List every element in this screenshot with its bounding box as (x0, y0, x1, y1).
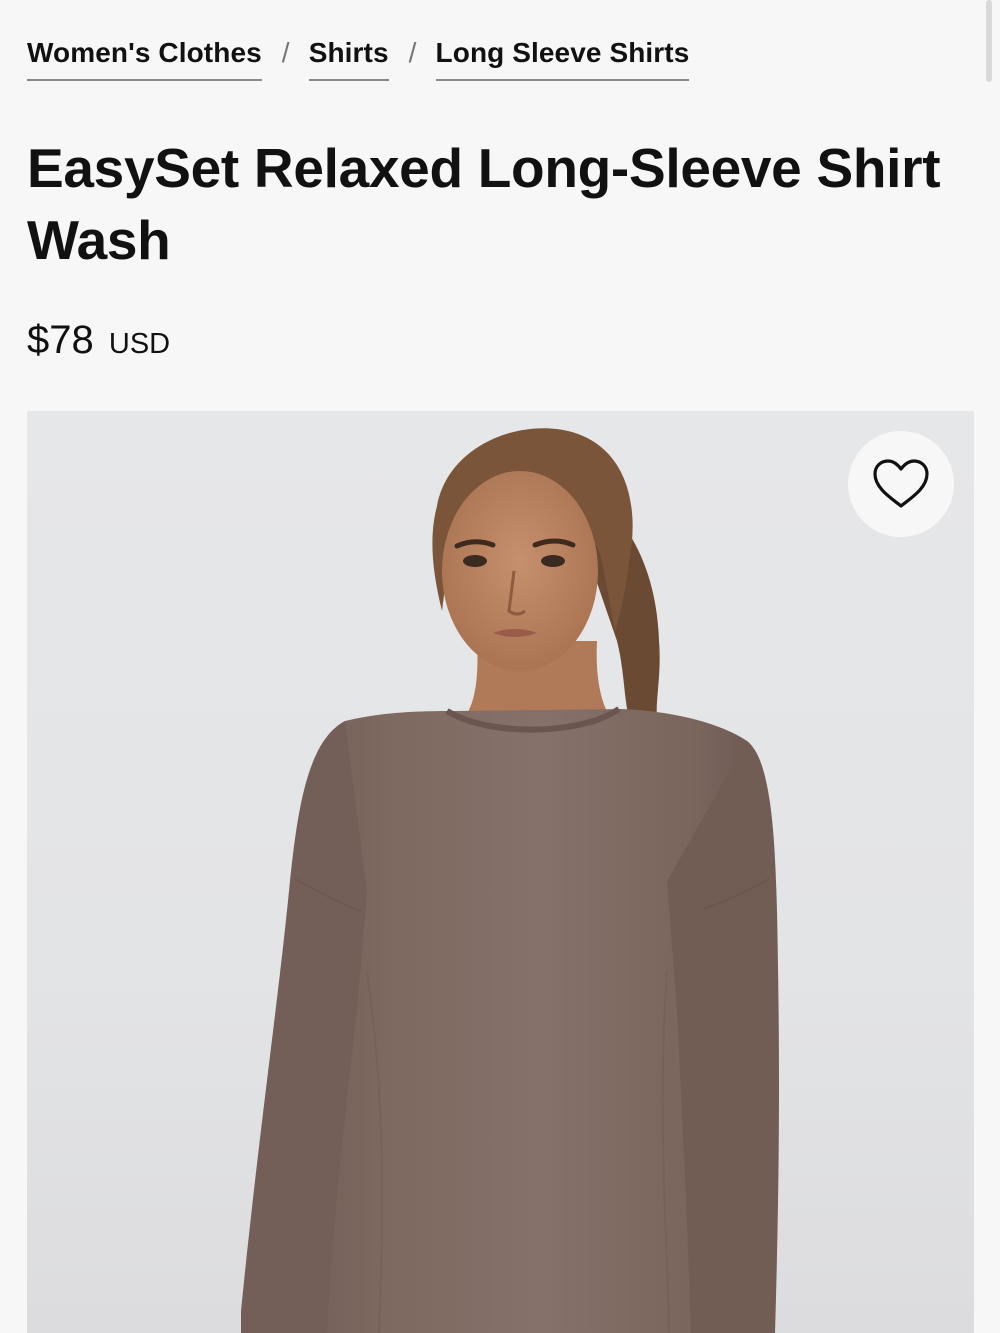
face (442, 471, 598, 671)
breadcrumb: Women's Clothes / Shirts / Long Sleeve S… (27, 36, 690, 81)
page-scrollbar[interactable] (986, 0, 992, 82)
breadcrumb-separator: / (408, 37, 417, 68)
product-photo (241, 428, 779, 1333)
price-amount: $78 (27, 318, 94, 362)
product-title: EasySet Relaxed Long-Sleeve Shirt Wash (27, 137, 941, 271)
eye-right (541, 555, 565, 567)
eye-left (463, 555, 487, 567)
wishlist-button[interactable] (848, 431, 954, 537)
price-currency: USD (108, 328, 171, 360)
breadcrumb-separator: / (281, 37, 290, 68)
heart-icon (873, 459, 929, 508)
breadcrumb-shirts[interactable]: Shirts (308, 36, 389, 81)
product-price: $78 USD (27, 316, 170, 368)
breadcrumb-long-sleeve-shirts[interactable]: Long Sleeve Shirts (435, 36, 690, 81)
product-image[interactable] (27, 411, 974, 1333)
breadcrumb-womens-clothes[interactable]: Women's Clothes (27, 36, 262, 81)
